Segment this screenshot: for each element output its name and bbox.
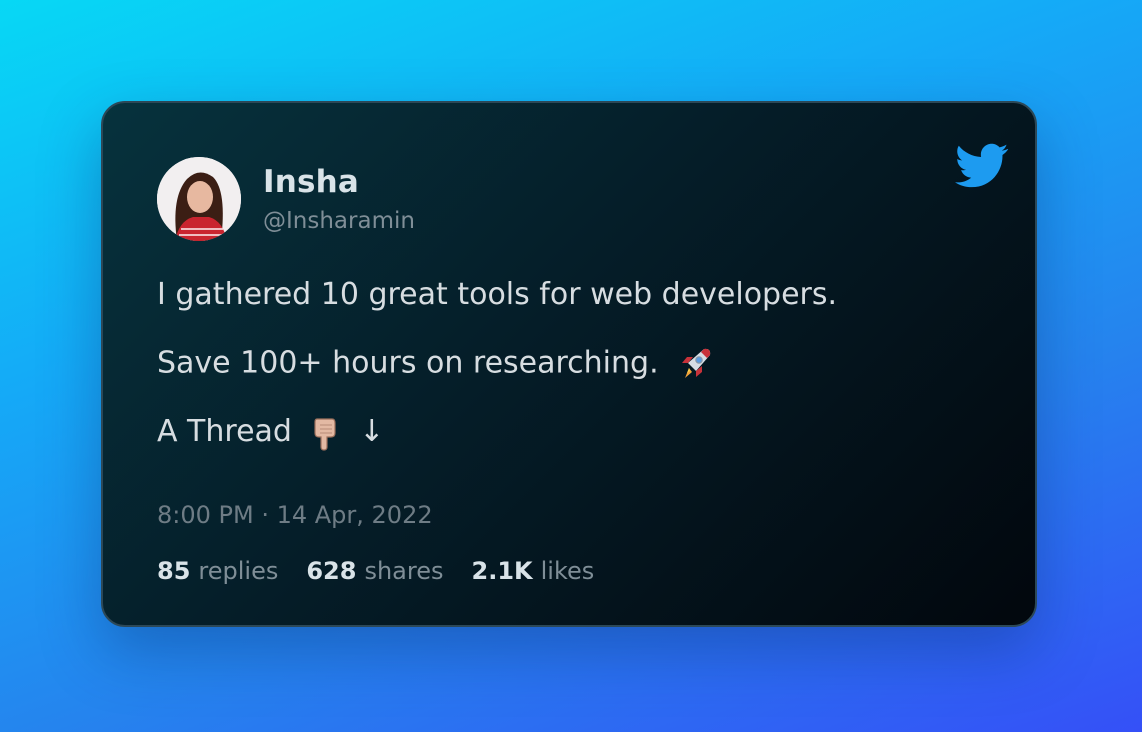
tweet-text-line-2: Save 100+ hours on researching. [157,345,714,383]
tweet-timestamp[interactable]: 8:00 PM · 14 Apr, 2022 [157,501,433,529]
twitter-bird-icon [955,143,1009,188]
likes-stat[interactable]: 2.1K likes [472,557,595,585]
tweet-text: Save 100+ hours on researching. [157,345,659,381]
likes-count: 2.1K [471,557,533,585]
shares-stat[interactable]: 628 shares [306,557,443,585]
shares-label: shares [364,557,444,585]
likes-label: likes [540,557,595,585]
tweet-text: A Thread [157,414,292,449]
rocket-icon [682,348,711,378]
tweet-text: I gathered 10 great tools for web develo… [157,277,838,312]
replies-label: replies [198,557,279,585]
engagement-stats: 85 replies 628 shares 2.1K likes [157,557,594,585]
avatar[interactable] [157,157,241,241]
tweet-text-line-1: I gathered 10 great tools for web develo… [157,277,837,312]
shares-count: 628 [306,557,357,585]
replies-stat[interactable]: 85 replies [157,557,278,585]
tweet-text-line-3: A Thread ↓ [157,414,384,451]
author-handle[interactable]: @Insharamin [263,208,415,234]
tweet-card: Insha @Insharamin I gathered 10 great to… [101,101,1037,627]
replies-count: 85 [157,557,191,585]
thread-arrow: ↓ [359,414,385,449]
author-name[interactable]: Insha [263,164,359,200]
pointing-down-hand-icon [313,417,336,451]
